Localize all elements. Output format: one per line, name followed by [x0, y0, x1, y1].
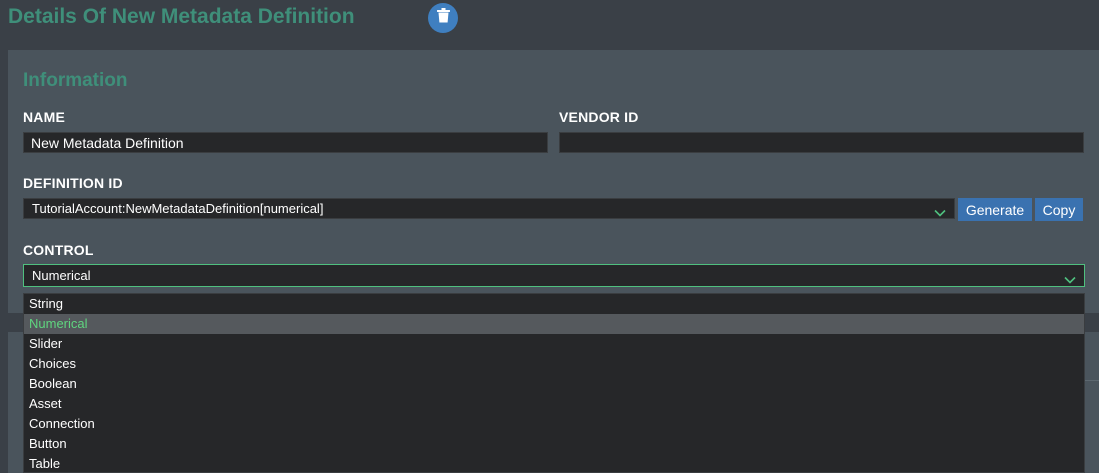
name-field[interactable]: [23, 132, 548, 153]
dropdown-option-string[interactable]: String: [24, 294, 1084, 314]
control-selected-value: Numerical: [32, 268, 91, 283]
chevron-down-icon: [934, 205, 946, 217]
control-label: CONTROL: [23, 242, 94, 258]
definition-id-select[interactable]: TutorialAccount:NewMetadataDefinition[nu…: [23, 198, 955, 219]
name-label: NAME: [23, 109, 66, 125]
page-header: Details Of New Metadata Definition: [0, 0, 1099, 40]
dropdown-option-boolean[interactable]: Boolean: [24, 374, 1084, 394]
dropdown-option-asset[interactable]: Asset: [24, 394, 1084, 414]
control-select[interactable]: Numerical: [23, 264, 1085, 287]
definition-id-label: DEFINITION ID: [23, 175, 123, 191]
dropdown-option-slider[interactable]: Slider: [24, 334, 1084, 354]
definition-id-value: TutorialAccount:NewMetadataDefinition[nu…: [32, 201, 324, 216]
dropdown-option-numerical[interactable]: Numerical: [24, 314, 1084, 334]
vendor-id-label: VENDOR ID: [559, 109, 639, 125]
page-title: Details Of New Metadata Definition: [8, 5, 355, 28]
dropdown-option-table[interactable]: Table: [24, 454, 1084, 472]
control-dropdown-list: String Numerical Slider Choices Boolean …: [23, 293, 1085, 473]
vendor-id-field[interactable]: [559, 132, 1084, 153]
dropdown-option-connection[interactable]: Connection: [24, 414, 1084, 434]
delete-button[interactable]: [428, 3, 458, 33]
divider: [1084, 380, 1099, 381]
chevron-down-icon: [1064, 272, 1076, 284]
trash-icon: [436, 8, 450, 28]
dropdown-option-choices[interactable]: Choices: [24, 354, 1084, 374]
copy-button[interactable]: Copy: [1035, 198, 1083, 221]
generate-button[interactable]: Generate: [958, 198, 1032, 221]
section-title-information: Information: [23, 70, 128, 91]
dropdown-option-button[interactable]: Button: [24, 434, 1084, 454]
